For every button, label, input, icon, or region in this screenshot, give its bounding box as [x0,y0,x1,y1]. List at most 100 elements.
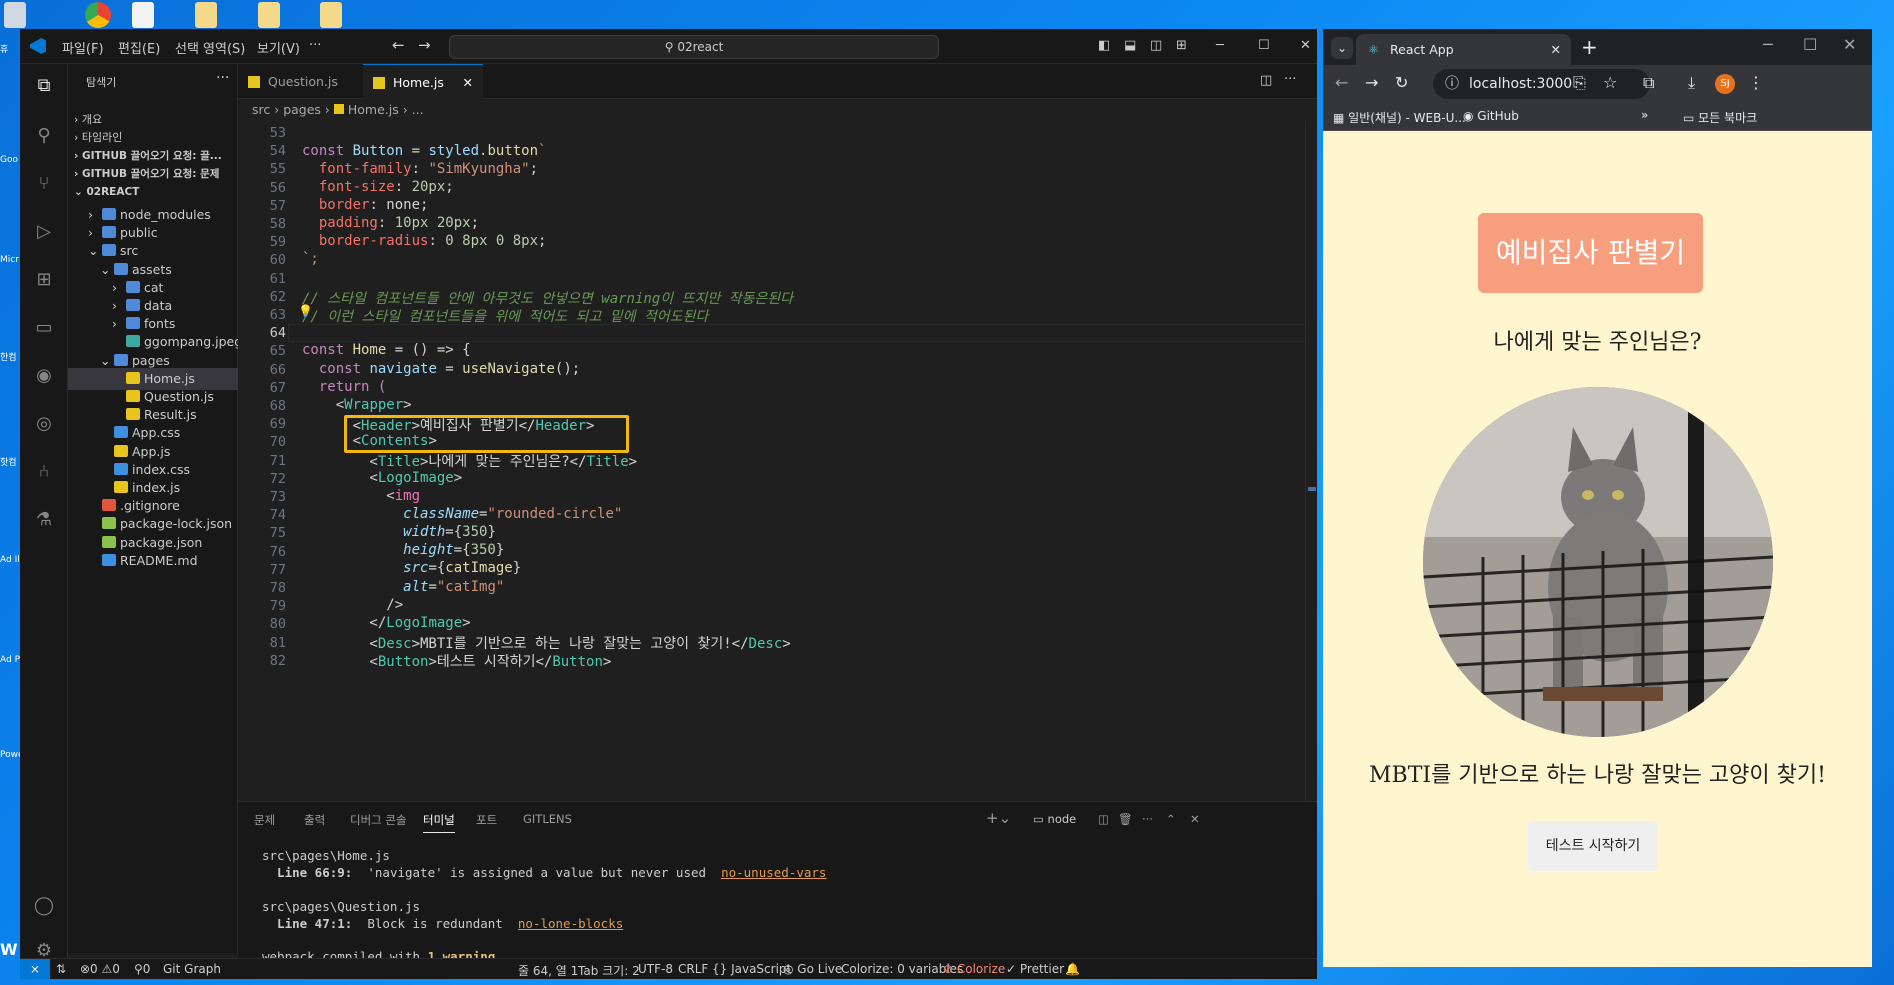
bookmark-item[interactable]: ◉ GitHub [1463,109,1519,123]
site-info-icon[interactable]: ⓘ [1445,69,1459,99]
go-live-button[interactable]: ◎ Go Live [783,962,842,976]
split-terminal-icon[interactable]: ◫ [1098,812,1109,826]
remote-explorer-icon[interactable]: ▭ [32,316,56,340]
bookmark-star-icon[interactable]: ☆ [1603,73,1617,92]
back-arrow-icon[interactable]: ← [392,36,405,54]
more-actions-icon[interactable]: ··· [1142,812,1153,826]
desktop-label[interactable]: 핫컴 [0,455,20,468]
back-icon[interactable]: ← [1335,73,1348,92]
close-icon[interactable]: ✕ [1843,35,1856,54]
more-actions-icon[interactable]: ··· [1284,72,1296,87]
accounts-icon[interactable]: ◯ [32,894,56,918]
panel-tab-debug-console[interactable]: 디버그 콘솔 [350,812,407,828]
breadcrumb-item[interactable]: pages [283,102,321,117]
desktop-label[interactable]: Goo Chr [0,155,20,165]
folder-desktop-icon[interactable] [195,2,217,28]
desktop-label[interactable]: Ad Illus [0,555,20,565]
tab-react-app[interactable]: ⚛ React App ✕ [1356,34,1571,65]
rule-link[interactable]: no-unused-vars [721,865,826,880]
panel-tab-gitlens[interactable]: GITLENS [523,812,572,826]
menu-file[interactable]: 파일(F) [62,38,104,57]
maximize-icon[interactable]: ☐ [1258,38,1270,53]
forward-icon[interactable]: → [1365,73,1378,92]
desktop-label[interactable]: Micr Ed [0,255,20,265]
line-ending[interactable]: CRLF [678,962,708,976]
toggle-sidebar-icon[interactable]: ◧ [1098,38,1110,53]
desktop-label[interactable]: 한컴 [0,350,20,363]
panel-tab-terminal[interactable]: 터미널 [423,812,455,833]
menu-edit[interactable]: 편집(E) [118,38,160,57]
tab-home-js[interactable]: Home.js ✕ [363,64,483,99]
tab-size[interactable]: Tab 크기: 2 [578,962,640,979]
desktop-label[interactable]: 휴 [0,42,20,55]
bookmarks-overflow-icon[interactable]: » [1641,108,1648,122]
desktop-label[interactable]: Powe [0,750,20,760]
extensions-icon[interactable]: ⊞ [32,268,56,292]
toggle-secondary-sidebar-icon[interactable]: ◫ [1150,38,1162,53]
project-root[interactable]: ⌄ 02REACT [68,181,238,203]
menu-selection[interactable]: 선택 영역(S) [175,38,245,57]
rule-link[interactable]: no-lone-blocks [518,916,623,931]
code-editor[interactable]: 53 54 55 56 57 58 59 60 61 62 63 64 65 66 67 68 69 70 71 72… [238,121,1317,801]
chrome-desktop-icon[interactable] [85,2,111,28]
tab-close-icon[interactable]: ✕ [1551,34,1561,65]
folder-desktop-icon[interactable] [320,2,342,28]
menu-view[interactable]: 보기(V) [257,38,300,57]
minimize-icon[interactable]: ─ [1763,35,1773,54]
github-icon[interactable]: ◉ [32,364,56,388]
breadcrumb-item[interactable]: ... [412,102,424,117]
search-icon[interactable]: ⚲ [32,124,56,148]
maximize-panel-icon[interactable]: ⌃ [1166,812,1176,826]
menu-more[interactable]: ··· [309,38,321,53]
desktop-label[interactable]: W [0,940,20,959]
bookmark-item[interactable]: ▦ 일반(채널) - WEB-U... [1333,109,1466,126]
customize-layout-icon[interactable]: ⊞ [1176,38,1187,53]
scrollbar[interactable] [1305,121,1317,801]
prettier-status[interactable]: ✓ Prettier [1006,962,1064,976]
close-icon[interactable]: ✕ [1300,38,1311,53]
git-graph-button[interactable]: Git Graph [163,962,221,976]
more-actions-icon[interactable]: ··· [216,70,229,86]
maximize-icon[interactable]: ☐ [1803,35,1817,54]
split-editor-icon[interactable]: ◫ [1260,73,1272,88]
git-graph-icon[interactable]: ⑃ [32,460,56,484]
close-panel-icon[interactable]: ✕ [1190,812,1200,826]
forward-arrow-icon[interactable]: → [418,36,431,54]
command-center-search[interactable]: ⚲ 02react [449,35,939,59]
start-test-button[interactable]: 테스트 시작하기 [1528,821,1658,871]
extensions-icon[interactable]: ⧉ [1643,73,1654,93]
problems-count[interactable]: ⊗0 ⚠0 [80,962,120,976]
downloads-icon[interactable]: ⤓ [1688,73,1695,93]
explorer-icon[interactable]: ⧉ [32,74,56,98]
install-app-icon[interactable]: ⎘ [1573,73,1586,93]
address-bar[interactable]: ⓘ localhost:3000 [1433,69,1650,99]
document-desktop-icon[interactable] [132,2,154,28]
remote-indicator-icon[interactable]: ⨯ [20,959,50,979]
lightbulb-icon[interactable]: 💡 [298,304,313,318]
folder-desktop-icon[interactable] [258,2,280,28]
testing-icon[interactable]: ⚗ [32,508,56,532]
minimize-icon[interactable]: ─ [1216,38,1224,53]
desktop-label[interactable]: Ad Phot [0,655,20,665]
breadcrumb-item[interactable]: src [252,102,270,117]
tab-close-icon[interactable]: ✕ [463,65,473,100]
panel-tab-output[interactable]: 출력 [304,812,325,828]
ports-count[interactable]: ⚲0 [134,962,150,976]
cursor-position[interactable]: 줄 64, 열 1 [518,962,578,979]
toggle-panel-icon[interactable]: ⬓ [1124,38,1136,53]
run-debug-icon[interactable]: ▷ [32,220,56,244]
tab-question-js[interactable]: Question.js [238,64,363,99]
panel-tab-problems[interactable]: 문제 [254,812,275,828]
panel-tab-ports[interactable]: 포트 [476,812,497,828]
new-terminal-icon[interactable]: +⌄ [986,809,1011,827]
tree-item[interactable]: README.md [68,550,238,572]
terminal-shell-label[interactable]: ▭ node [1033,812,1076,826]
source-control-icon[interactable]: ⑂ [32,172,56,196]
new-tab-icon[interactable]: + [1581,35,1598,59]
scrollbar-thumb[interactable] [1308,487,1316,491]
menu-kebab-icon[interactable]: ⋮ [1748,73,1764,92]
all-bookmarks[interactable]: ▭ 모든 북마크 [1683,109,1757,126]
language-mode[interactable]: {} JavaScript [712,962,791,976]
colorize-toggle[interactable]: ⊘ Colorize [943,962,1005,976]
recycle-bin-icon[interactable] [4,2,26,28]
